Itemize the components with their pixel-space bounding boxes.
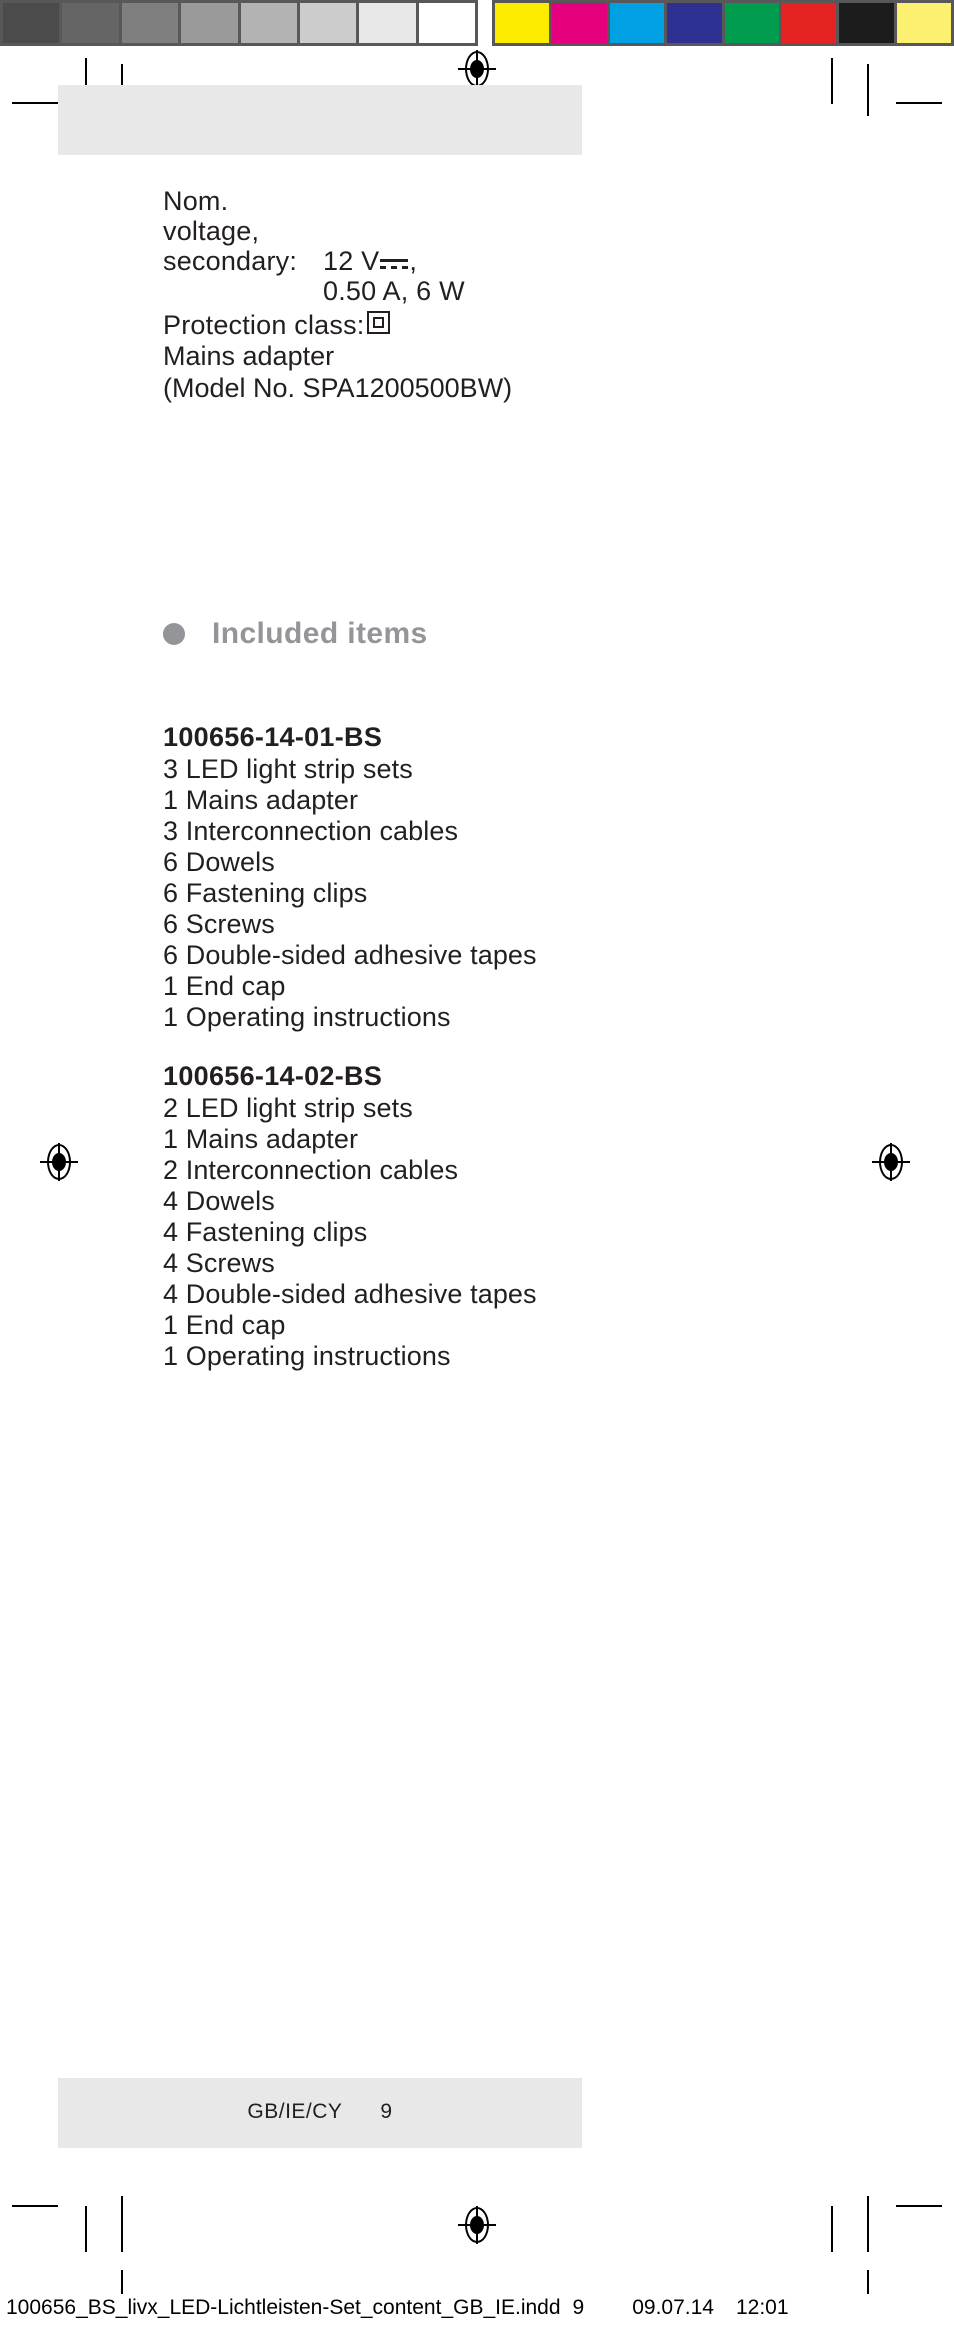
color-swatch-blue bbox=[667, 3, 722, 43]
crop-mark bbox=[121, 2196, 123, 2252]
slug-page: 9 bbox=[572, 2296, 585, 2319]
section-heading-label: Included items bbox=[212, 617, 428, 650]
color-swatch-green bbox=[724, 3, 779, 43]
section-heading-included-items: Included items bbox=[163, 617, 428, 651]
crop-mark bbox=[12, 102, 58, 104]
gray-swatch bbox=[3, 3, 60, 43]
print-slug-line: 100656_BS_livx_LED-Lichtleisten-Set_cont… bbox=[6, 2296, 946, 2320]
spec-adapter-model: (Model No. SPA1200500BW) bbox=[163, 373, 513, 403]
registration-mark-left bbox=[40, 1143, 78, 1181]
list-item: 1 End cap bbox=[163, 1310, 286, 1340]
gray-swatch bbox=[418, 3, 475, 43]
spec-adapter-line: Mains adapter bbox=[163, 341, 335, 371]
list-item: 4 Screws bbox=[163, 1248, 275, 1278]
list-item: 3 Interconnection cables bbox=[163, 816, 459, 846]
list-item: 4 Dowels bbox=[163, 1186, 275, 1216]
crop-mark bbox=[896, 2205, 942, 2207]
list-item: 4 Fastening clips bbox=[163, 1217, 368, 1247]
crop-mark bbox=[831, 58, 833, 104]
spec-value-voltage-number: 12 V bbox=[323, 246, 380, 276]
registration-mark-right bbox=[872, 1143, 910, 1181]
crop-mark bbox=[867, 64, 869, 116]
dc-voltage-symbol bbox=[380, 258, 409, 271]
list-item: 2 LED light strip sets bbox=[163, 1093, 413, 1123]
crop-mark bbox=[867, 2270, 869, 2294]
slug-filename: 100656_BS_livx_LED-Lichtleisten-Set_cont… bbox=[6, 2296, 561, 2319]
spec-label-voltage-line2: secondary: bbox=[163, 246, 298, 276]
color-calibration-bar bbox=[492, 0, 954, 46]
list-item: 6 Double-sided adhesive tapes bbox=[163, 940, 537, 970]
list-item: 1 Operating instructions bbox=[163, 1341, 451, 1371]
gray-swatch bbox=[62, 3, 119, 43]
color-swatch-magenta bbox=[552, 3, 607, 43]
spec-value-voltage: 12 V, bbox=[323, 246, 723, 276]
spec-label-voltage-line1: Nom. voltage, bbox=[163, 186, 260, 246]
color-swatch-pale-yellow bbox=[896, 3, 951, 43]
spec-value-voltage-comma: , bbox=[409, 246, 418, 276]
registration-mark-top bbox=[458, 50, 496, 88]
spec-row-protection-class: Protection class: bbox=[163, 310, 723, 340]
slug-date: 09.07.14 bbox=[632, 2296, 714, 2319]
spec-row-current-power: 0.50 A, 6 W bbox=[163, 276, 723, 306]
crop-mark bbox=[831, 2206, 833, 2252]
spec-label-protection-class: Protection class: bbox=[163, 310, 365, 340]
gray-swatch bbox=[299, 3, 357, 43]
sku-label: 100656-14-02-BS bbox=[163, 1061, 383, 1091]
list-item: 2 Interconnection cables bbox=[163, 1155, 459, 1185]
list-item: 1 Operating instructions bbox=[163, 1002, 451, 1032]
list-item: 4 Double-sided adhesive tapes bbox=[163, 1279, 537, 1309]
crop-mark bbox=[121, 2270, 123, 2294]
crop-mark bbox=[85, 2206, 87, 2252]
included-items-group-2: 100656-14-02-BS 2 LED light strip sets 1… bbox=[163, 1059, 783, 1372]
list-item: 3 LED light strip sets bbox=[163, 754, 413, 784]
gray-swatch bbox=[181, 3, 238, 43]
grayscale-calibration-bar bbox=[0, 0, 478, 46]
technical-specifications: Nom. voltage, secondary: 12 V, 0.50 A, 6… bbox=[163, 186, 723, 404]
color-swatch-cyan bbox=[609, 3, 665, 43]
bullet-icon bbox=[163, 623, 185, 645]
spec-value-current-power: 0.50 A, 6 W bbox=[323, 276, 465, 306]
included-items-list: 2 LED light strip sets 1 Mains adapter 2… bbox=[163, 1093, 783, 1372]
included-items-list: 3 LED light strip sets 1 Mains adapter 3… bbox=[163, 754, 783, 1033]
page-header-tint bbox=[58, 85, 582, 155]
list-item: 6 Screws bbox=[163, 909, 275, 939]
registration-mark-bottom bbox=[458, 2206, 496, 2244]
list-item: 1 End cap bbox=[163, 971, 286, 1001]
page-footer: GB/IE/CY 9 bbox=[58, 2100, 582, 2124]
gray-swatch bbox=[359, 3, 416, 43]
footer-language: GB/IE/CY bbox=[247, 2100, 343, 2123]
list-item: 1 Mains adapter bbox=[163, 785, 359, 815]
gray-swatch bbox=[240, 3, 297, 43]
list-item: 6 Dowels bbox=[163, 847, 275, 877]
included-items-group-1: 100656-14-01-BS 3 LED light strip sets 1… bbox=[163, 720, 783, 1033]
color-swatch-red bbox=[781, 3, 837, 43]
color-swatch-black bbox=[839, 3, 894, 43]
spec-row-voltage: Nom. voltage, bbox=[163, 186, 723, 246]
crop-mark bbox=[896, 102, 942, 104]
calibration-bars bbox=[0, 0, 954, 46]
crop-mark bbox=[867, 2196, 869, 2252]
protection-class-II-symbol bbox=[367, 311, 391, 334]
crop-mark bbox=[12, 2205, 58, 2207]
color-swatch-yellow bbox=[495, 3, 550, 43]
slug-time: 12:01 bbox=[735, 2296, 789, 2319]
list-item: 6 Fastening clips bbox=[163, 878, 368, 908]
gray-swatch bbox=[121, 3, 179, 43]
page-number: 9 bbox=[380, 2100, 393, 2123]
sku-label: 100656-14-01-BS bbox=[163, 722, 383, 752]
spec-row-voltage-value: secondary: 12 V, bbox=[163, 246, 723, 276]
list-item: 1 Mains adapter bbox=[163, 1124, 359, 1154]
